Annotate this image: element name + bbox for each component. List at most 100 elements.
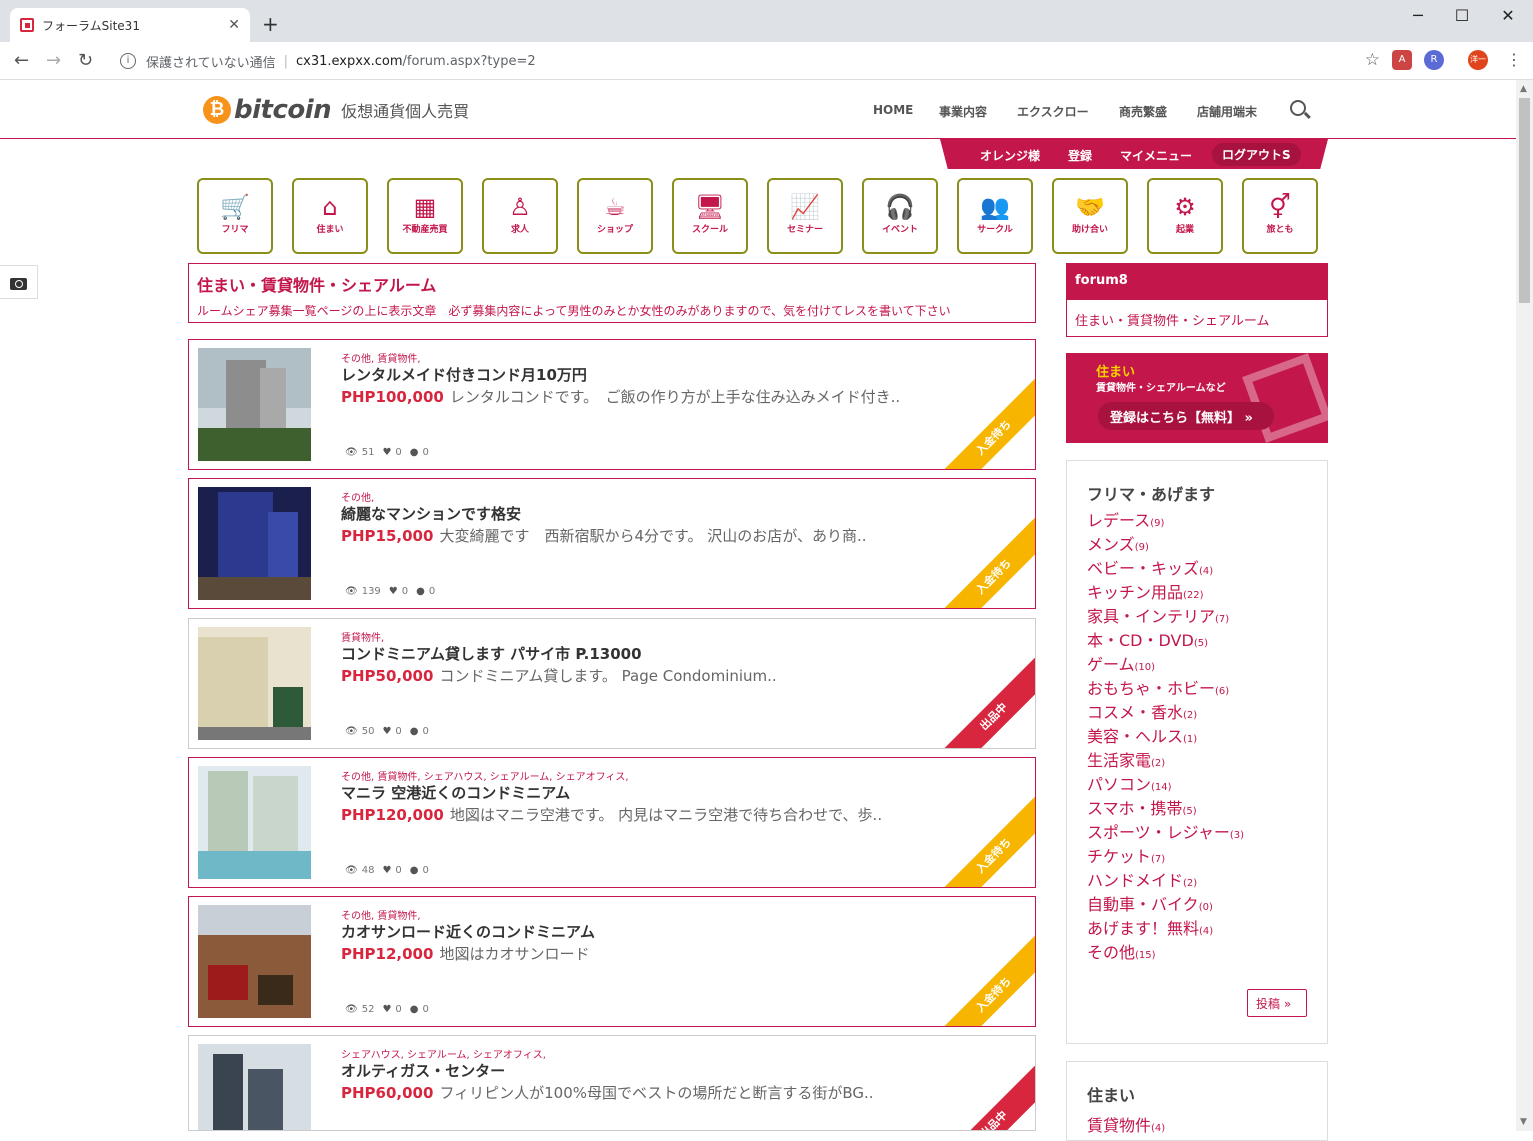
site-logo[interactable]: ₿ bitcoin 仮想通貨個人売買 [203,95,469,125]
extension-r-icon[interactable]: R [1424,50,1444,70]
user-name-link[interactable]: オレンジ様 [980,147,1040,164]
bookmark-star-icon[interactable]: ☆ [1365,50,1380,70]
listing-card[interactable]: 賃貸物件, コンドミニアム貸します パサイ市 P.13000 PHP50,000… [188,618,1036,749]
logo-subtitle: 仮想通貨個人売買 [341,102,470,121]
listing-card[interactable]: その他, 賃貸物件, カオサンロード近くのコンドミニアム PHP12,000 地図… [188,896,1036,1027]
forward-icon[interactable]: → [46,50,61,71]
list-item[interactable]: 生活家電(2) [1087,749,1244,773]
listing-title[interactable]: カオサンロード近くのコンドミニアム [341,921,595,942]
browser-toolbar: ← → ↻ i 保護されていない通信 | cx31.expxx.com/foru… [0,42,1533,80]
category-shop[interactable]: ☕ ショップ [577,178,653,254]
housing-link[interactable]: 賃貸物件(4) [1087,1112,1165,1136]
category-seminar[interactable]: 📈 セミナー [767,178,843,254]
nav-home[interactable]: HOME [873,103,913,117]
listing-title[interactable]: コンドミニアム貸します パサイ市 P.13000 [341,643,642,664]
category-circle[interactable]: 👥 サークル [957,178,1033,254]
minimize-icon[interactable]: ─ [1403,6,1433,25]
list-item[interactable]: 自動車・バイク(0) [1087,893,1244,917]
list-item[interactable]: 本・CD・DVD(5) [1087,629,1244,653]
browser-menu-icon[interactable]: ⋮ [1506,50,1522,69]
nav-store-terminal[interactable]: 店舗用端末 [1197,103,1257,120]
listing-card[interactable]: その他, 綺麗なマンションです格安 PHP15,000 大変綺麗です 西新宿駅から… [188,478,1036,609]
category-housing[interactable]: ⌂ 住まい [292,178,368,254]
list-item[interactable]: コスメ・香水(2) [1087,701,1244,725]
address-bar[interactable]: i 保護されていない通信 | cx31.expxx.com/forum.aspx… [110,48,1380,74]
camera-icon[interactable] [0,265,38,299]
browser-window: フォーラムSite31 ✕ + ─ ☐ ✕ ← → ↻ i 保護されていない通信… [0,0,1533,1141]
scrollbar-thumb[interactable] [1519,98,1530,303]
list-item[interactable]: レデース(9) [1087,509,1244,533]
category-jobs[interactable]: ♙ 求人 [482,178,558,254]
logout-button[interactable]: ログアウトS [1212,143,1301,166]
close-window-icon[interactable]: ✕ [1493,6,1523,25]
scroll-down-icon[interactable]: ▼ [1520,1117,1527,1127]
listing-stats: 👁 50 ♥ 0 ● 0 [345,726,429,737]
listing-title[interactable]: マニラ 空港近くのコンドミニアム [341,782,570,803]
list-item[interactable]: その他(15) [1087,941,1244,965]
info-icon[interactable]: i [120,53,136,69]
reload-icon[interactable]: ↻ [78,50,93,71]
listing-title[interactable]: 綺麗なマンションです格安 [341,503,521,524]
register-link[interactable]: 登録 [1068,147,1092,164]
list-item[interactable]: メンズ(9) [1087,533,1244,557]
listing-card[interactable]: シェアハウス, シェアルーム, シェアオフィス, オルティガス・センター PHP… [188,1035,1036,1131]
category-startup[interactable]: ⚙ 起業 [1147,178,1223,254]
list-item[interactable]: あげます！無料(4) [1087,917,1244,941]
eye-icon: 👁 [345,865,358,876]
user-subnav: オレンジ様 登録 マイメニュー ログアウトS [940,139,1328,169]
register-free-button[interactable]: 登録はこちら【無料】 » [1098,402,1274,430]
forum-link[interactable]: 住まい・賃貸物件・シェアルーム [1067,300,1327,339]
list-item[interactable]: チケット(7) [1087,845,1244,869]
listing-tags: その他, [341,493,375,504]
status-ribbon: 入金待ち [931,793,1035,887]
listing-tags: 賃貸物件, [341,633,385,644]
site-header: ₿ bitcoin 仮想通貨個人売買 HOME 事業内容 エクスクロー 商売繁盛… [0,81,1516,139]
nav-prosperity[interactable]: 商売繁盛 [1119,103,1167,120]
back-icon[interactable]: ← [14,50,29,71]
list-item[interactable]: ハンドメイド(2) [1087,869,1244,893]
comment-icon: ● [409,1004,419,1015]
nav-business[interactable]: 事業内容 [939,103,987,120]
new-tab-icon[interactable]: + [262,12,279,36]
extension-pdf-icon[interactable]: A [1392,50,1412,70]
category-mutual-aid[interactable]: 🤝 助け合い [1052,178,1128,254]
browser-tab[interactable]: フォーラムSite31 ✕ [10,8,250,42]
my-menu-link[interactable]: マイメニュー [1120,147,1192,164]
listing-card[interactable]: その他, 賃貸物件, レンタルメイド付きコンド月10万円 PHP100,000 レ… [188,339,1036,470]
nav-escrow[interactable]: エクスクロー [1017,103,1089,120]
listing-title[interactable]: レンタルメイド付きコンド月10万円 [341,364,587,385]
listing-title[interactable]: オルティガス・センター [341,1060,505,1081]
list-item[interactable]: 美容・ヘルス(1) [1087,725,1244,749]
list-item[interactable]: ゲーム(10) [1087,653,1244,677]
list-item[interactable]: ベビー・キッズ(4) [1087,557,1244,581]
close-tab-icon[interactable]: ✕ [228,17,240,33]
maximize-icon[interactable]: ☐ [1447,6,1477,25]
category-event[interactable]: 🎧 イベント [862,178,938,254]
post-button[interactable]: 投稿 » [1247,989,1307,1017]
scroll-up-icon[interactable]: ▲ [1520,84,1527,94]
listing-card[interactable]: その他, 賃貸物件, シェアハウス, シェアルーム, シェアオフィス, マニラ … [188,757,1036,888]
status-ribbon: 出品中 [931,654,1035,748]
list-item[interactable]: パソコン(14) [1087,773,1244,797]
list-item[interactable]: スマホ・携帯(5) [1087,797,1244,821]
logo-word: bitcoin [234,95,332,125]
heart-icon: ♥ [388,586,398,597]
profile-avatar[interactable]: 洋一 [1468,50,1488,70]
list-item[interactable]: おもちゃ・ホビー(6) [1087,677,1244,701]
page-scrollbar[interactable]: ▲ ▼ [1516,80,1533,1131]
category-flea[interactable]: 🛒 フリマ [197,178,273,254]
listing-stats: 👁 51 ♥ 0 ● 0 [345,447,429,458]
category-travel[interactable]: ⚥ 旅とも [1242,178,1318,254]
search-icon[interactable] [1290,100,1306,116]
list-item[interactable]: キッチン用品(22) [1087,581,1244,605]
category-realestate[interactable]: ▦ 不動産売買 [387,178,463,254]
status-ribbon: 入金待ち [931,514,1035,608]
handshake-icon: 🤝 [1075,193,1105,221]
list-item[interactable]: スポーツ・レジャー(3) [1087,821,1244,845]
coffee-icon: ☕ [604,193,626,221]
category-school[interactable]: 🖥 スクール [672,178,748,254]
comment-icon: ● [409,726,419,737]
register-banner[interactable]: 住まい 賃貸物件・シェアルームなど 登録はこちら【無料】 » [1066,353,1328,443]
list-item[interactable]: 家具・インテリア(7) [1087,605,1244,629]
headphones-icon: 🎧 [885,193,915,221]
